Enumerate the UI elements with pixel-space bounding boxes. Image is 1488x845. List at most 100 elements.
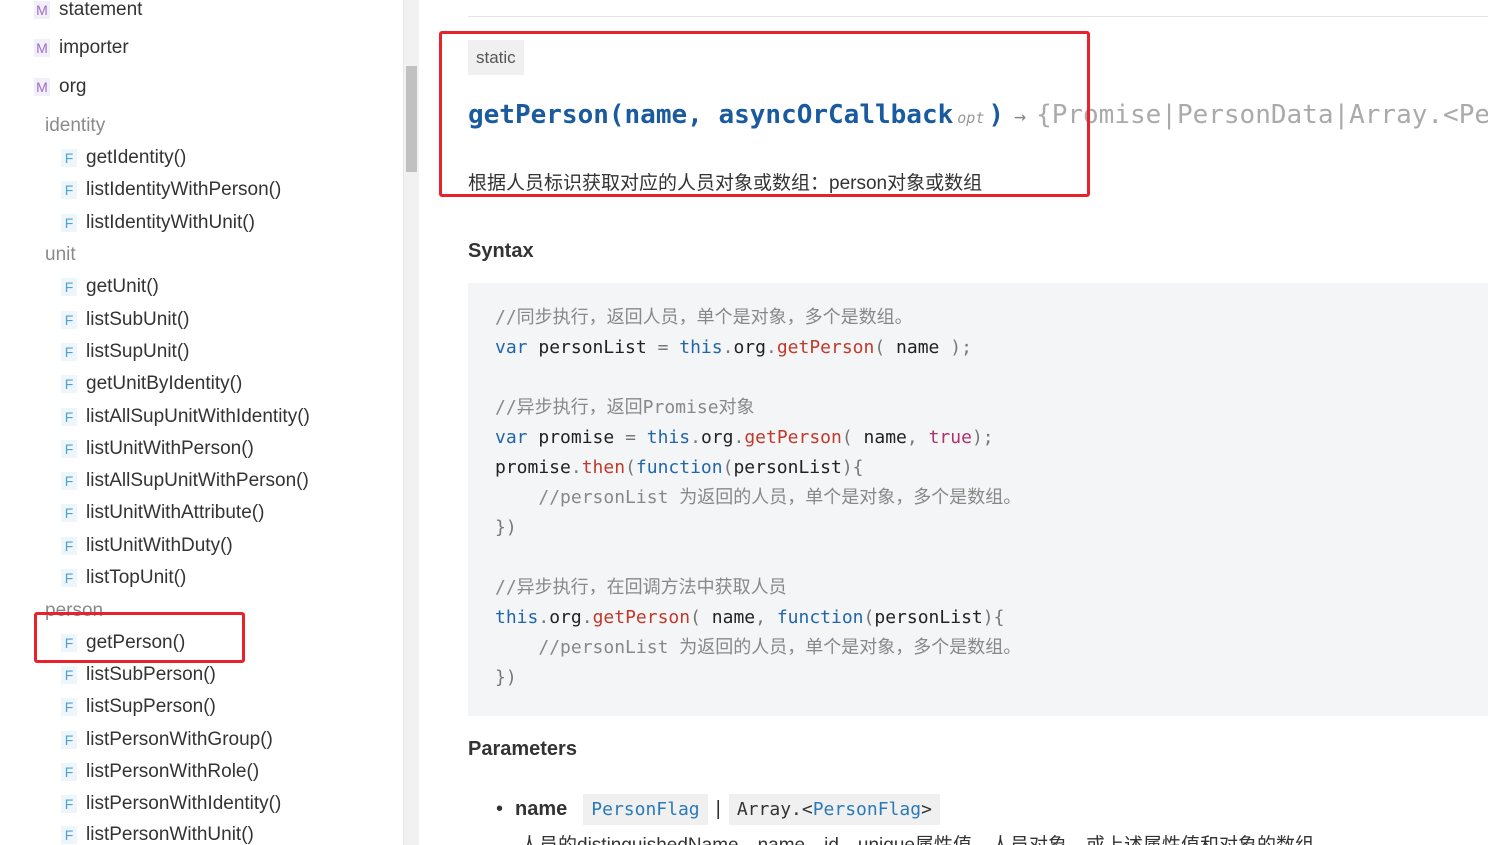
sidebar-nav: M statement M importer M org identity F …	[0, 0, 403, 845]
method-signature: getPerson(name, asyncOrCallback opt) → {Pro…	[468, 95, 1488, 135]
module-badge-icon: M	[34, 39, 50, 57]
sidebar-item-getunit[interactable]: F getUnit()	[61, 272, 159, 302]
sidebar-item-listunitwithduty[interactable]: F listUnitWithDuty()	[61, 531, 233, 561]
module-badge-icon: M	[34, 78, 50, 96]
type-link[interactable]: PersonFlag	[813, 799, 921, 820]
sidebar-item-label: getPerson()	[86, 632, 186, 653]
sidebar-item-listsupperson[interactable]: F listSupPerson()	[61, 692, 216, 722]
code-comment: //personList 为返回的人员，单个是对象，多个是数组。	[538, 487, 1022, 508]
static-tag: static	[468, 40, 524, 75]
function-badge-icon: F	[61, 181, 77, 199]
signature-opt: opt	[957, 109, 985, 127]
sidebar-item-listtopunit[interactable]: F listTopUnit()	[61, 563, 186, 593]
sidebar-item-label: listUnitWithDuty()	[86, 535, 233, 556]
sidebar-item-label: listIdentityWithPerson()	[86, 179, 282, 200]
sidebar-item-listallsupunitwithperson[interactable]: F listAllSupUnitWithPerson()	[61, 466, 309, 496]
sidebar-item-label: getUnitByIdentity()	[86, 373, 243, 394]
code-comment: //异步执行，在回调方法中获取人员	[495, 577, 787, 598]
function-badge-icon: F	[61, 214, 77, 232]
sidebar-module-importer[interactable]: M importer	[34, 33, 129, 63]
sidebar-item-label: getUnit()	[86, 276, 159, 297]
sidebar-item-label: getIdentity()	[86, 147, 187, 168]
sidebar-item-listunitwithattribute[interactable]: F listUnitWithAttribute()	[61, 498, 264, 528]
module-badge-icon: M	[34, 1, 50, 19]
type-chip-personflag[interactable]: PersonFlag	[583, 793, 708, 825]
function-badge-icon: F	[61, 795, 77, 813]
signature-close: )	[988, 100, 1005, 130]
sidebar-item-listunitwithperson[interactable]: F listUnitWithPerson()	[61, 434, 254, 464]
code-block: //同步执行，返回人员，单个是对象，多个是数组。 var personList …	[468, 283, 1488, 716]
sidebar-group-identity: identity	[45, 115, 106, 136]
code-text: //同步执行，返回人员，单个是对象，多个是数组。 var personList …	[495, 307, 1022, 688]
sidebar-item-getidentity[interactable]: F getIdentity()	[61, 143, 186, 173]
sidebar-item-label: listPersonWithGroup()	[86, 729, 273, 750]
divider	[468, 16, 1488, 17]
sidebar-item-listidentitywithperson[interactable]: F listIdentityWithPerson()	[61, 175, 281, 205]
scrollbar-thumb[interactable]	[406, 66, 417, 172]
sidebar-item-getunitbyidentity[interactable]: F getUnitByIdentity()	[61, 369, 242, 399]
function-badge-icon: F	[61, 440, 77, 458]
sidebar-module-statement[interactable]: M statement	[34, 0, 142, 25]
doc-content: static getPerson(name, asyncOrCallback op…	[420, 0, 1488, 845]
sidebar-item-label: listSupUnit()	[86, 341, 190, 362]
function-badge-icon: F	[61, 472, 77, 490]
sidebar-item-listsupunit[interactable]: F listSupUnit()	[61, 337, 189, 367]
sidebar-item-label: listAllSupUnitWithIdentity()	[86, 406, 310, 427]
function-badge-icon: F	[61, 698, 77, 716]
sidebar-item-label: importer	[59, 37, 129, 58]
sidebar-item-listallsupunitwithidentity[interactable]: F listAllSupUnitWithIdentity()	[61, 402, 310, 432]
sidebar-item-label: listPersonWithRole()	[86, 761, 260, 782]
sidebar-group-unit: unit	[45, 244, 76, 265]
function-badge-icon: F	[61, 537, 77, 555]
sidebar-item-listidentitywithunit[interactable]: F listIdentityWithUnit()	[61, 208, 255, 238]
sidebar-item-label: listPersonWithUnit()	[86, 824, 254, 845]
sidebar-item-label: org	[59, 76, 87, 97]
parameter-name: name	[515, 797, 568, 820]
sidebar-item-listpersonwithgroup[interactable]: F listPersonWithGroup()	[61, 725, 273, 755]
sidebar-item-label: listPersonWithIdentity()	[86, 793, 282, 814]
signature-return-type: {Promise|PersonData|Array.<PersonData>}	[1036, 100, 1488, 130]
sidebar-item-label: listTopUnit()	[86, 567, 187, 588]
bullet: •	[496, 797, 504, 820]
sidebar-item-label: listUnitWithPerson()	[86, 438, 254, 459]
sidebar-item-label: statement	[59, 0, 143, 20]
method-description: 根据人员标识获取对应的人员对象或数组：person对象或数组	[468, 173, 983, 194]
function-badge-icon: F	[61, 826, 77, 844]
syntax-heading: Syntax	[468, 240, 534, 262]
sidebar-scrollbar[interactable]	[403, 0, 419, 845]
function-badge-icon: F	[61, 311, 77, 329]
type-chip-array: Array.<PersonFlag>	[728, 793, 940, 825]
function-badge-icon: F	[61, 343, 77, 361]
signature-name: getPerson(name, asyncOrCallback	[468, 100, 954, 130]
type-link[interactable]: PersonFlag	[591, 799, 699, 820]
sidebar-item-label: listUnitWithAttribute()	[86, 502, 265, 523]
function-badge-icon: F	[61, 408, 77, 426]
code-comment: //异步执行，返回Promise对象	[495, 397, 755, 418]
sidebar-item-label: listSupPerson()	[86, 696, 216, 717]
sidebar-item-listpersonwithrole[interactable]: F listPersonWithRole()	[61, 757, 259, 787]
function-badge-icon: F	[61, 666, 77, 684]
sidebar-item-label: listSubUnit()	[86, 309, 190, 330]
code-comment: //同步执行，返回人员，单个是对象，多个是数组。	[495, 307, 913, 328]
parameter-item: • name PersonFlag | Array.<PersonFlag>	[496, 792, 940, 826]
sidebar-item-listsubunit[interactable]: F listSubUnit()	[61, 305, 189, 335]
sidebar-item-listpersonwithidentity[interactable]: F listPersonWithIdentity()	[61, 789, 281, 819]
sidebar-item-label: listAllSupUnitWithPerson()	[86, 470, 309, 491]
function-badge-icon: F	[61, 278, 77, 296]
type-suffix: >	[921, 798, 932, 820]
function-badge-icon: F	[61, 634, 77, 652]
sidebar-module-org[interactable]: M org	[34, 72, 86, 102]
code-comment: //personList 为返回的人员，单个是对象，多个是数组。	[538, 637, 1022, 658]
function-badge-icon: F	[61, 504, 77, 522]
sidebar-group-person: person	[45, 600, 104, 621]
sidebar-item-listsubperson[interactable]: F listSubPerson()	[61, 660, 216, 690]
function-badge-icon: F	[61, 375, 77, 393]
function-badge-icon: F	[61, 731, 77, 749]
sidebar-item-listpersonwithunit[interactable]: F listPersonWithUnit()	[61, 820, 254, 845]
type-prefix: Array.<	[736, 798, 813, 820]
sidebar-item-getperson[interactable]: F getPerson()	[61, 628, 185, 658]
function-badge-icon: F	[61, 149, 77, 167]
parameter-description: 人员的distinguishedName、name、id、unique属性值，人…	[520, 830, 1333, 845]
sidebar-item-label: listIdentityWithUnit()	[86, 212, 255, 233]
type-separator: |	[715, 797, 721, 820]
